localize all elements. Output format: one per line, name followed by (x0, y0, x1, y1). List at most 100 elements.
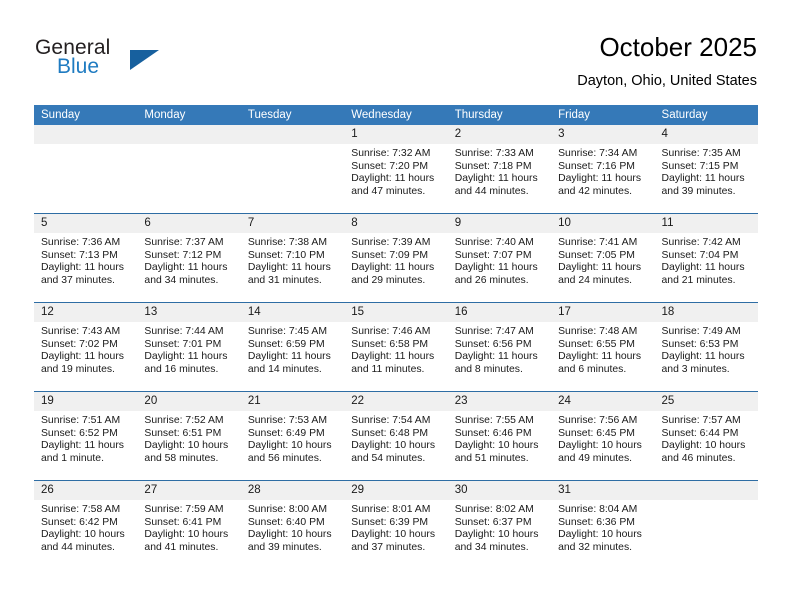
sunrise-time: Sunrise: 7:46 AM (351, 326, 431, 337)
daylight-duration-line1: Daylight: 11 hours (454, 351, 538, 363)
day-cell[interactable]: 14 Sunrise: 7:45 AM Sunset: 6:59 PM Dayligh… (240, 303, 345, 391)
day-details: Sunrise: 7:48 AM Sunset: 6:55 PM Daylight:… (551, 322, 654, 391)
daylight-duration-line2: and 37 minutes. (351, 541, 426, 553)
day-number: 6 (144, 217, 151, 229)
sunset-time: Sunset: 7:01 PM (144, 338, 222, 350)
day-cell[interactable]: 20 Sunrise: 7:52 AM Sunset: 6:51 PM Dayligh… (137, 392, 241, 480)
day-number-band: 19 (34, 392, 138, 411)
sunset-time: Sunset: 6:36 PM (558, 516, 635, 528)
day-cell[interactable]: 23 Sunrise: 7:55 AM Sunset: 6:46 PM Dayligh… (447, 392, 552, 480)
sunset-time: Sunset: 6:49 PM (247, 427, 325, 439)
day-details: Sunrise: 7:47 AM Sunset: 6:56 PM Daylight:… (448, 322, 551, 391)
day-number-band: 21 (240, 392, 345, 411)
sunrise-time: Sunrise: 7:49 AM (661, 326, 741, 337)
day-cell[interactable]: 12 Sunrise: 7:43 AM Sunset: 7:02 PM Dayligh… (34, 303, 138, 391)
day-cell[interactable]: 5 Sunrise: 7:36 AM Sunset: 7:13 PM Daylight… (34, 214, 138, 302)
day-number-band: 16 (447, 303, 552, 322)
daylight-duration-line2: and 21 minutes. (661, 274, 736, 286)
day-cell[interactable]: 10 Sunrise: 7:41 AM Sunset: 7:05 PM Dayligh… (551, 214, 655, 302)
day-cell[interactable]: 11 Sunrise: 7:42 AM Sunset: 7:04 PM Dayligh… (654, 214, 758, 302)
daylight-duration-line2: and 8 minutes. (454, 363, 523, 375)
day-cell[interactable]: 19 Sunrise: 7:51 AM Sunset: 6:52 PM Dayligh… (34, 392, 138, 480)
day-details: Sunrise: 8:04 AM Sunset: 6:36 PM Daylight:… (551, 500, 654, 569)
day-cell[interactable]: 13 Sunrise: 7:44 AM Sunset: 7:01 PM Dayligh… (137, 303, 241, 391)
day-number-band (240, 125, 345, 144)
day-details: Sunrise: 7:51 AM Sunset: 6:52 PM Daylight:… (34, 411, 137, 480)
weekday-header-tuesday: Tuesday (247, 109, 292, 121)
logo-text-blue: Blue (57, 55, 100, 78)
sunset-time: Sunset: 7:15 PM (661, 160, 739, 172)
daylight-duration-line2: and 44 minutes. (41, 541, 115, 553)
day-details: Sunrise: 7:44 AM Sunset: 7:01 PM Daylight:… (137, 322, 240, 391)
day-number: 8 (351, 217, 358, 229)
day-cell[interactable]: 3 Sunrise: 7:34 AM Sunset: 7:16 PM Daylight… (551, 125, 655, 213)
day-cell[interactable]: 2 Sunrise: 7:33 AM Sunset: 7:18 PM Daylight… (447, 125, 552, 213)
day-cell[interactable]: 31 Sunrise: 8:04 AM Sunset: 6:36 PM Dayligh… (551, 481, 655, 569)
general-blue-logo[interactable]: General Blue (35, 36, 245, 86)
day-number: 3 (558, 128, 565, 140)
day-number-band: 2 (447, 125, 552, 144)
daylight-duration-line1: Daylight: 11 hours (247, 351, 331, 363)
day-number-band: 17 (551, 303, 655, 322)
day-cell[interactable]: 7 Sunrise: 7:38 AM Sunset: 7:10 PM Daylight… (240, 214, 345, 302)
day-cell[interactable]: 9 Sunrise: 7:40 AM Sunset: 7:07 PM Daylight… (447, 214, 552, 302)
sunset-time: Sunset: 6:56 PM (454, 338, 532, 350)
day-number-band: 31 (551, 481, 655, 500)
day-number-band: 25 (654, 392, 758, 411)
day-cell[interactable]: 21 Sunrise: 7:53 AM Sunset: 6:49 PM Dayligh… (240, 392, 345, 480)
day-cell[interactable]: 27 Sunrise: 7:59 AM Sunset: 6:41 PM Dayligh… (137, 481, 241, 569)
day-number: 25 (661, 395, 675, 407)
daylight-duration-line1: Daylight: 10 hours (661, 440, 746, 452)
daylight-duration-line1: Daylight: 10 hours (558, 529, 642, 541)
day-details: Sunrise: 7:34 AM Sunset: 7:16 PM Daylight:… (551, 144, 654, 213)
day-cell[interactable]: 30 Sunrise: 8:02 AM Sunset: 6:37 PM Dayligh… (447, 481, 552, 569)
daylight-duration-line1: Daylight: 11 hours (41, 351, 124, 363)
daylight-duration-line1: Daylight: 11 hours (558, 351, 642, 363)
daylight-duration-line2: and 58 minutes. (144, 452, 219, 464)
sunrise-time: Sunrise: 7:38 AM (247, 237, 327, 248)
calendar-grid: Sunday Monday Tuesday Wednesday Thursday Frid… (34, 105, 758, 569)
sunrise-time: Sunrise: 7:58 AM (41, 504, 121, 515)
day-details: Sunrise: 7:54 AM Sunset: 6:48 PM Daylight:… (344, 411, 447, 480)
day-cell[interactable]: 6 Sunrise: 7:37 AM Sunset: 7:12 PM Daylight… (137, 214, 241, 302)
daylight-duration-line2: and 1 minute. (41, 452, 104, 464)
week-row: 5 Sunrise: 7:36 AM Sunset: 7:13 PM Daylight… (34, 213, 758, 302)
day-number: 16 (454, 306, 468, 318)
day-cell[interactable]: 28 Sunrise: 8:00 AM Sunset: 6:40 PM Dayligh… (240, 481, 345, 569)
day-number: 10 (558, 217, 571, 229)
day-cell[interactable]: 26 Sunrise: 7:58 AM Sunset: 6:42 PM Dayligh… (34, 481, 138, 569)
weekday-header-monday: Monday (144, 109, 186, 121)
daylight-duration-line2: and 56 minutes. (247, 452, 322, 464)
day-details: Sunrise: 7:33 AM Sunset: 7:18 PM Daylight:… (448, 144, 551, 213)
day-cell[interactable]: 16 Sunrise: 7:47 AM Sunset: 6:56 PM Dayligh… (447, 303, 552, 391)
day-number-band: 1 (344, 125, 448, 144)
day-cell[interactable]: 17 Sunrise: 7:48 AM Sunset: 6:55 PM Dayligh… (551, 303, 655, 391)
daylight-duration-line2: and 47 minutes. (351, 185, 426, 197)
calendar-page: General Blue October 2025 Dayton, Ohio, … (0, 0, 792, 612)
day-cell[interactable]: 4 Sunrise: 7:35 AM Sunset: 7:15 PM Daylight… (654, 125, 758, 213)
day-details: Sunrise: 7:55 AM Sunset: 6:46 PM Daylight:… (448, 411, 551, 480)
day-cell[interactable]: 18 Sunrise: 7:49 AM Sunset: 6:53 PM Dayligh… (654, 303, 758, 391)
sunset-time: Sunset: 7:18 PM (454, 160, 532, 172)
day-cell[interactable]: 22 Sunrise: 7:54 AM Sunset: 6:48 PM Dayligh… (344, 392, 448, 480)
day-cell[interactable]: 15 Sunrise: 7:46 AM Sunset: 6:58 PM Dayligh… (344, 303, 448, 391)
sunset-time: Sunset: 7:07 PM (454, 249, 532, 261)
day-cell[interactable]: 8 Sunrise: 7:39 AM Sunset: 7:09 PM Daylight… (344, 214, 448, 302)
daylight-duration-line1: Daylight: 10 hours (558, 440, 642, 452)
sunset-time: Sunset: 7:02 PM (41, 338, 118, 350)
day-cell[interactable]: 25 Sunrise: 7:57 AM Sunset: 6:44 PM Dayligh… (654, 392, 758, 480)
sunrise-time: Sunrise: 8:02 AM (454, 504, 534, 515)
daylight-duration-line2: and 32 minutes. (558, 541, 633, 553)
daylight-duration-line1: Daylight: 10 hours (351, 529, 436, 541)
day-details: Sunrise: 7:49 AM Sunset: 6:53 PM Daylight:… (655, 322, 758, 391)
week-row: 12 Sunrise: 7:43 AM Sunset: 7:02 PM Dayligh… (34, 302, 758, 391)
day-number-band: 18 (654, 303, 758, 322)
day-number: 11 (661, 217, 674, 229)
day-cell[interactable]: 1 Sunrise: 7:32 AM Sunset: 7:20 PM Daylight… (344, 125, 448, 213)
day-cell[interactable]: 24 Sunrise: 7:56 AM Sunset: 6:45 PM Dayligh… (551, 392, 655, 480)
weekday-header-friday: Friday (558, 109, 591, 121)
sunset-time: Sunset: 6:58 PM (351, 338, 429, 350)
sunrise-time: Sunrise: 7:48 AM (558, 326, 638, 337)
sunset-time: Sunset: 6:53 PM (661, 338, 739, 350)
day-cell[interactable]: 29 Sunrise: 8:01 AM Sunset: 6:39 PM Dayligh… (344, 481, 448, 569)
